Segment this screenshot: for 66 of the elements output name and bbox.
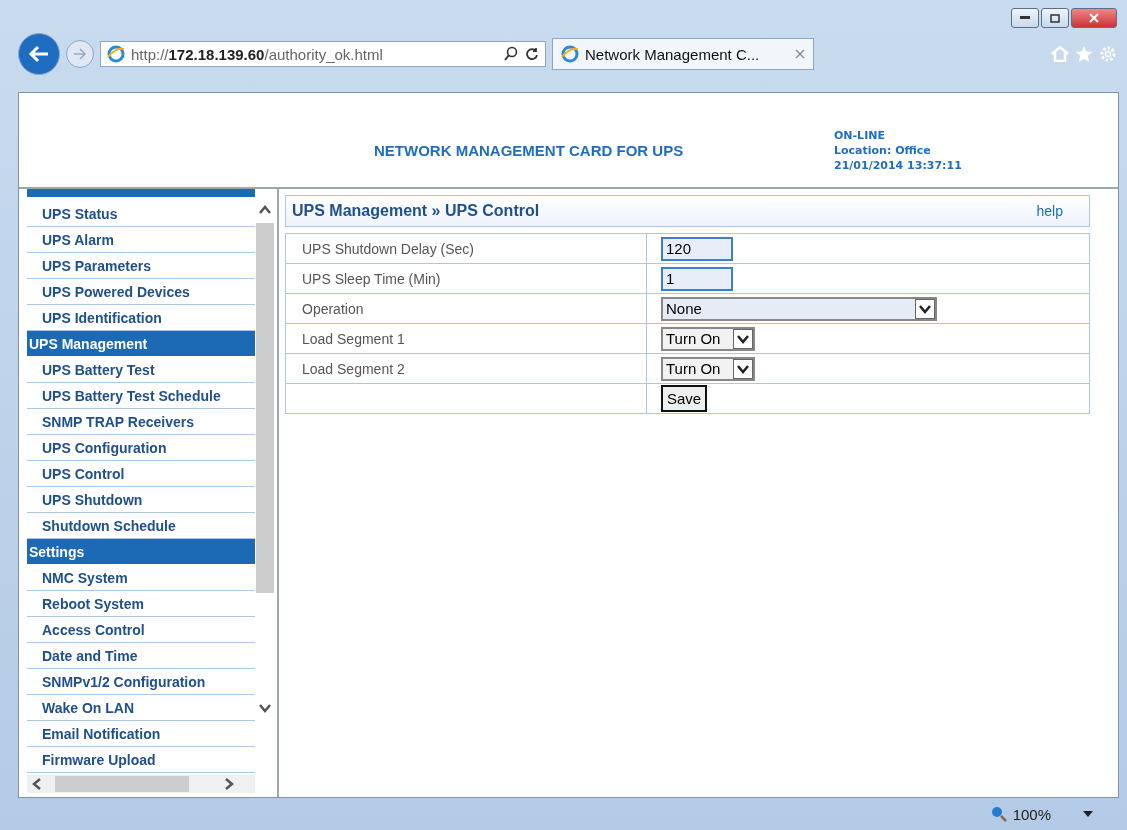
- caret-icon: [733, 328, 753, 349]
- minimize-button[interactable]: [1011, 8, 1039, 28]
- search-icon[interactable]: [503, 46, 519, 62]
- forward-arrow-icon: [73, 48, 87, 60]
- menu-section-header: Settings: [27, 539, 255, 565]
- maximize-icon: [1050, 13, 1060, 23]
- menu-item[interactable]: UPS Battery Test Schedule: [27, 383, 255, 409]
- close-button[interactable]: [1071, 8, 1117, 28]
- browser-logo-icon: [561, 45, 579, 63]
- zoom-level[interactable]: 100%: [1012, 805, 1051, 823]
- input-field[interactable]: 1: [661, 266, 733, 291]
- menu-item[interactable]: Wake On LAN: [27, 695, 255, 721]
- maximize-button[interactable]: [1041, 8, 1069, 28]
- menu-item[interactable]: UPS Battery Test: [27, 357, 255, 383]
- caret-icon: [915, 298, 935, 319]
- menu-item[interactable]: Email Notification: [27, 721, 255, 747]
- dropdown[interactable]: Turn On: [661, 356, 755, 381]
- menu-item[interactable]: Firmware Upload: [27, 747, 255, 773]
- zoom-icon[interactable]: [990, 806, 1007, 822]
- caret-icon: [733, 358, 753, 379]
- scrollbar-thumb[interactable]: [256, 223, 274, 593]
- close-icon: [1089, 13, 1099, 23]
- menu-item[interactable]: SNMPv1/2 Configuration: [27, 669, 255, 695]
- menu-section-header: UPS Management: [27, 331, 255, 357]
- menu-item[interactable]: UPS Shutdown: [27, 487, 255, 513]
- save-button[interactable]: Save: [661, 385, 708, 412]
- star-icon[interactable]: [1075, 45, 1093, 63]
- menu-item[interactable]: UPS Powered Devices: [27, 279, 255, 305]
- minimize-icon: [1020, 16, 1030, 20]
- menu-item[interactable]: NMC System: [27, 565, 255, 591]
- browser-tab[interactable]: Network Management C...: [552, 38, 814, 70]
- scrollbar-thumb[interactable]: [55, 776, 189, 792]
- menu-item[interactable]: Reboot System: [27, 591, 255, 617]
- refresh-icon[interactable]: [525, 47, 539, 61]
- page-title: NETWORK MANAGEMENT CARD FOR UPS: [374, 142, 685, 161]
- date-time: 21/01/2014 13:37:11: [834, 158, 962, 173]
- menu-item[interactable]: UPS Parameters: [27, 253, 255, 279]
- dropdown[interactable]: None: [661, 296, 937, 321]
- scroll-down-icon[interactable]: [258, 703, 272, 715]
- menu-item[interactable]: SNMP TRAP Receivers: [27, 409, 255, 435]
- field-label: UPS Shutdown Delay (Sec): [302, 240, 474, 257]
- scroll-right-icon[interactable]: [223, 777, 235, 791]
- close-icon[interactable]: [795, 49, 805, 59]
- menu-item[interactable]: UPS Alarm: [27, 227, 255, 253]
- back-button[interactable]: [18, 33, 60, 75]
- menu-item[interactable]: UPS Control: [27, 461, 255, 487]
- dropdown-arrow-icon[interactable]: [1083, 811, 1093, 817]
- scroll-up-icon[interactable]: [258, 203, 272, 215]
- address-bar[interactable]: http://172.18.139.60/authority_ok.html: [100, 41, 546, 67]
- help-link[interactable]: help: [1036, 203, 1063, 219]
- menu-item[interactable]: UPS Status: [27, 201, 255, 227]
- back-arrow-icon: [28, 45, 50, 63]
- menu-item[interactable]: Access Control: [27, 617, 255, 643]
- ups-status: ON-LINE: [834, 128, 886, 143]
- input-field[interactable]: 120: [661, 236, 733, 261]
- dropdown[interactable]: Turn On: [661, 326, 755, 351]
- field-label: Load Segment 1: [302, 330, 405, 347]
- field-label: UPS Sleep Time (Min): [302, 270, 441, 287]
- field-label: Operation: [302, 300, 364, 317]
- menu-item[interactable]: Date and Time: [27, 643, 255, 669]
- location-text: Location: Office: [834, 143, 932, 158]
- menu-item[interactable]: UPS Configuration: [27, 435, 255, 461]
- field-label: Load Segment 2: [302, 360, 405, 377]
- panel-title: UPS Management » UPS Control: [292, 202, 540, 220]
- scroll-left-icon[interactable]: [31, 777, 43, 791]
- browser-logo-icon: [107, 45, 125, 63]
